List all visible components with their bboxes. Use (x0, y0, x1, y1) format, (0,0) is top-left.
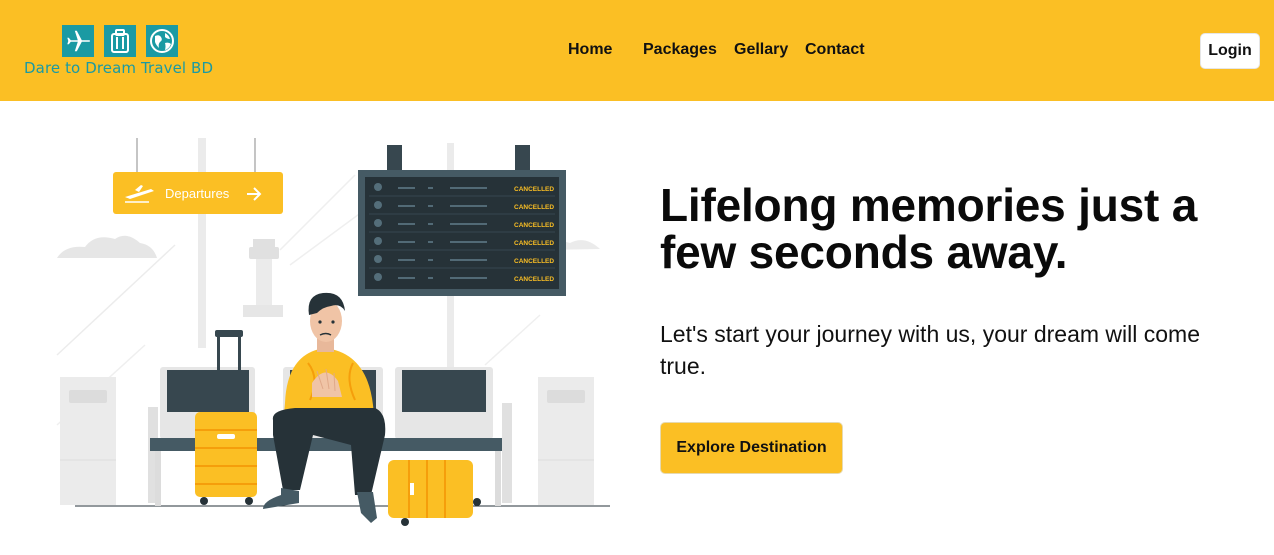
svg-text:CANCELLED: CANCELLED (514, 258, 554, 265)
hero-subtitle: Let's start your journey with us, your d… (660, 321, 1200, 379)
svg-text:CANCELLED: CANCELLED (514, 204, 554, 211)
nav-home[interactable]: Home (568, 41, 612, 59)
brand-name: Dare to Dream Travel BD (24, 59, 214, 77)
hero-illustration: Departures CANCELLED CANCELLED CANCELLED… (55, 135, 615, 530)
nav-packages[interactable]: Packages (643, 41, 717, 59)
globe-icon (146, 25, 178, 57)
nav-contact[interactable]: Contact (805, 41, 865, 59)
airport-waiting-illustration: Departures CANCELLED CANCELLED CANCELLED… (56, 138, 610, 526)
svg-text:CANCELLED: CANCELLED (514, 240, 554, 247)
login-button[interactable]: Login (1200, 33, 1260, 69)
departures-sign-text: Departures (165, 186, 230, 201)
suitcase-icon (104, 25, 136, 57)
brand-logo[interactable]: Dare to Dream Travel BD (24, 25, 224, 80)
svg-text:CANCELLED: CANCELLED (514, 186, 554, 193)
navbar: Dare to Dream Travel BD Home Packages Ge… (0, 0, 1274, 101)
svg-text:CANCELLED: CANCELLED (514, 276, 554, 283)
svg-text:CANCELLED: CANCELLED (514, 222, 554, 229)
explore-destination-button[interactable]: Explore Destination (660, 422, 843, 474)
nav-gallery[interactable]: Gellary (734, 41, 788, 59)
hero-title: Lifelong memories just a few seconds awa… (660, 179, 1198, 278)
airplane-icon (62, 25, 94, 57)
